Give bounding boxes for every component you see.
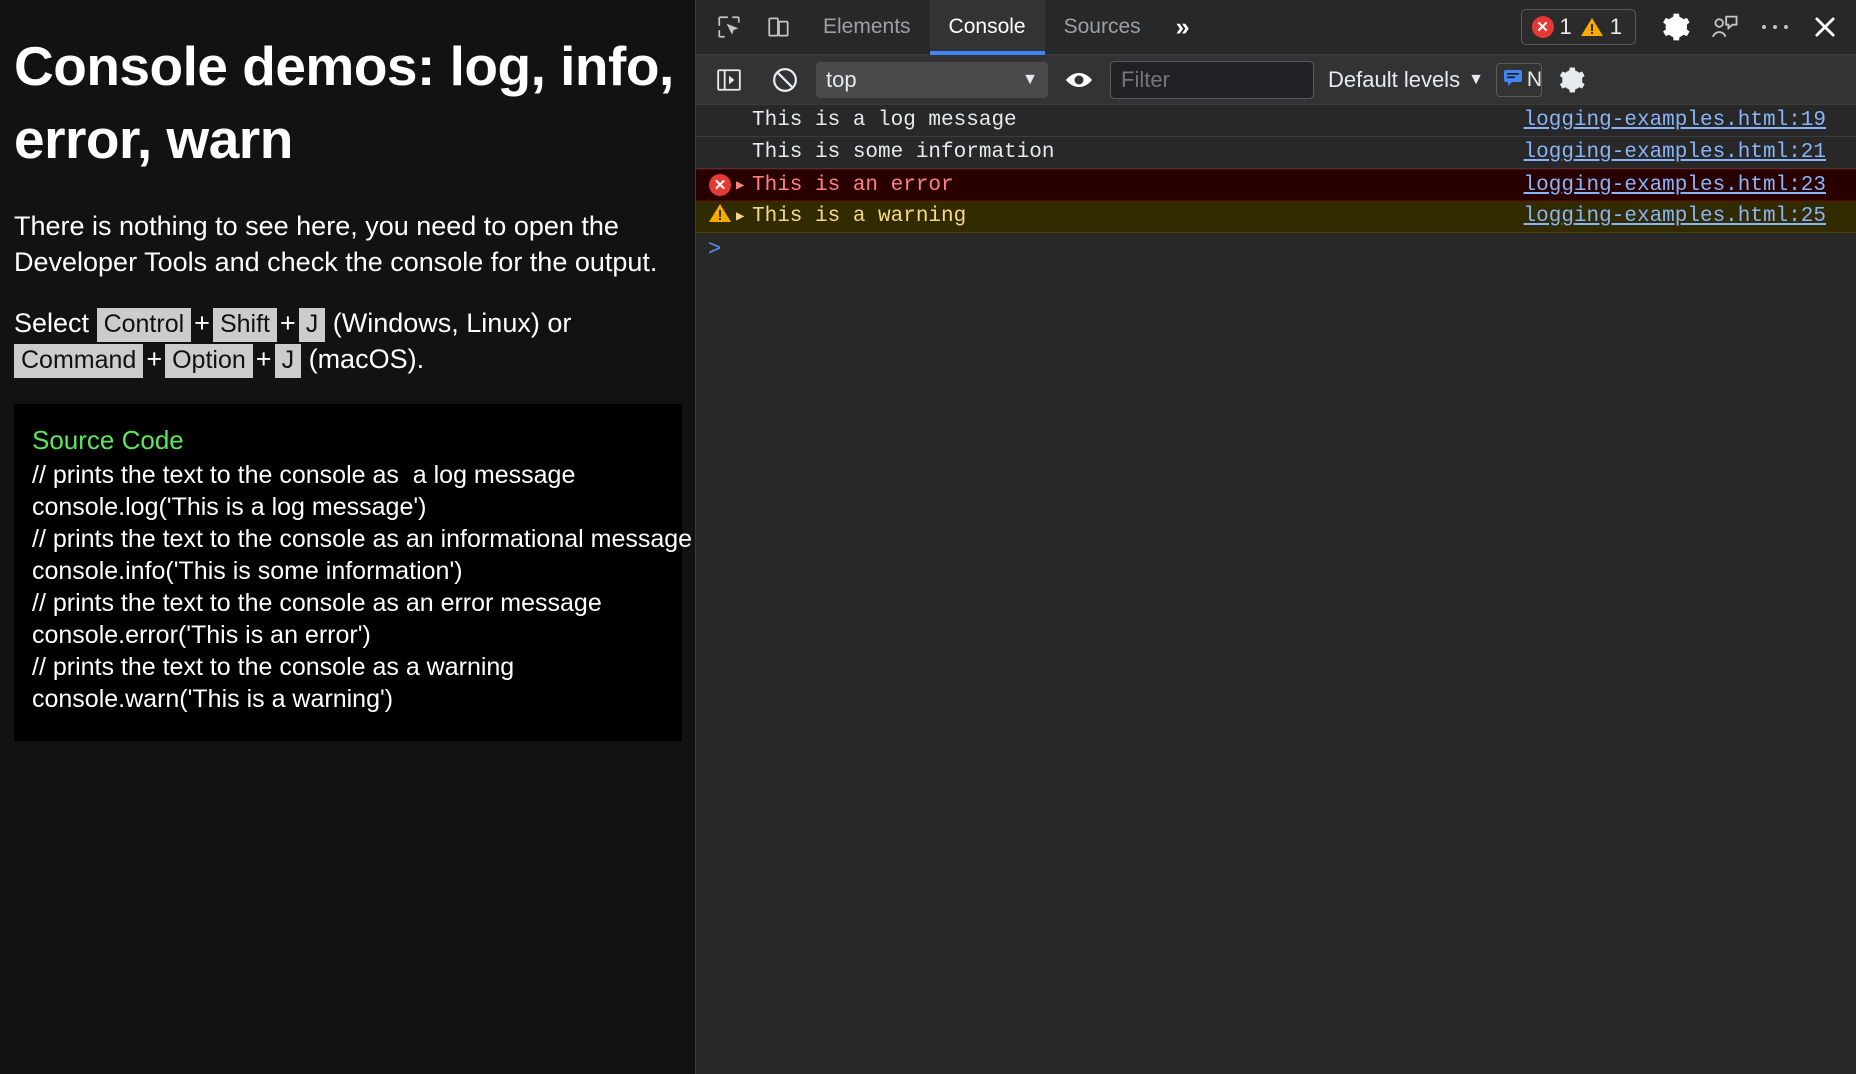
kbd-shift: Shift: [213, 308, 277, 342]
source-code-line: console.warn('This is a warning'): [32, 683, 662, 715]
message-text: This is a log message: [752, 109, 1017, 132]
source-code-lines: // prints the text to the console as a l…: [32, 459, 662, 715]
message-text: This is some information: [752, 141, 1054, 164]
plus-sign-4: +: [253, 344, 275, 374]
tab-sources[interactable]: Sources: [1045, 0, 1160, 55]
shortcut-lead: Select: [14, 308, 89, 338]
source-code-line: console.error('This is an error'): [32, 619, 662, 651]
console-filter-input[interactable]: [1110, 61, 1314, 99]
message-level-icon: ✕: [704, 174, 736, 196]
tab-elements[interactable]: Elements: [804, 0, 930, 55]
plus-sign-1: +: [191, 308, 213, 338]
page-intro-paragraph: There is nothing to see here, you need t…: [14, 209, 681, 280]
web-page-content: Console demos: log, info, error, warn Th…: [0, 0, 695, 1074]
kbd-command: Command: [14, 344, 143, 378]
prompt-chevron-icon: >: [708, 237, 721, 262]
console-message-row[interactable]: This is a log message logging-examples.ht…: [696, 105, 1856, 137]
plus-sign-2: +: [277, 308, 299, 338]
close-icon[interactable]: [1804, 6, 1846, 48]
message-source-link[interactable]: logging-examples.html:21: [1524, 141, 1826, 164]
win-suffix: (Windows, Linux) or: [333, 308, 572, 338]
log-levels-label: Default levels: [1328, 67, 1460, 93]
message-source-link[interactable]: logging-examples.html:23: [1524, 174, 1826, 197]
warning-triangle-icon: [708, 202, 732, 231]
error-circle-icon: ✕: [1532, 16, 1554, 38]
issues-flag-icon: [1503, 68, 1523, 91]
page-title: Console demos: log, info, error, warn: [14, 30, 681, 175]
tab-console[interactable]: Console: [930, 0, 1045, 55]
source-code-line: console.info('This is some information'): [32, 555, 662, 587]
message-source-link[interactable]: logging-examples.html:25: [1524, 205, 1826, 228]
console-message-row[interactable]: ▶This is a warning logging-examples.html:…: [696, 201, 1856, 233]
execution-context-select[interactable]: top ▼: [816, 62, 1048, 98]
tab-sources-label: Sources: [1064, 15, 1141, 39]
kbd-option: Option: [165, 344, 253, 378]
source-code-line: // prints the text to the console as a l…: [32, 459, 662, 491]
kbd-j-mac: J: [275, 344, 302, 378]
expand-arrow-icon[interactable]: ▶: [736, 177, 752, 194]
feedback-icon[interactable]: [1704, 6, 1746, 48]
console-prompt[interactable]: >: [696, 233, 1856, 265]
message-text: This is an error: [752, 174, 954, 197]
tab-elements-label: Elements: [823, 15, 911, 39]
mac-suffix: (macOS).: [309, 344, 425, 374]
source-code-line: // prints the text to the console as an …: [32, 587, 662, 619]
live-expression-icon[interactable]: [1058, 59, 1100, 101]
console-message-list[interactable]: This is a log message logging-examples.ht…: [696, 105, 1856, 1074]
plus-sign-3: +: [143, 344, 165, 374]
gear-icon[interactable]: [1654, 6, 1696, 48]
console-toolbar: top ▼ Default levels ▼ N: [696, 55, 1856, 105]
chevron-down-icon: ▼: [1022, 71, 1038, 89]
tab-console-label: Console: [949, 15, 1026, 39]
screen: Console demos: log, info, error, warn Th…: [0, 0, 1856, 1074]
console-message-row[interactable]: This is some information logging-examples…: [696, 137, 1856, 169]
source-code-line: // prints the text to the console as an …: [32, 523, 662, 555]
console-message-row[interactable]: ✕ ▶This is an error logging-examples.html:…: [696, 169, 1856, 201]
console-settings-gear-icon[interactable]: [1550, 59, 1592, 101]
shortcut-paragraph: Select Control+Shift+J (Windows, Linux) …: [14, 306, 681, 377]
message-text: This is a warning: [752, 205, 966, 228]
devtools-panel: Elements Console Sources » ✕ 1 1: [695, 0, 1856, 1074]
device-toolbar-icon[interactable]: [758, 6, 800, 48]
warning-triangle-icon: [1580, 16, 1604, 38]
kbd-control: Control: [97, 308, 192, 342]
message-source-link[interactable]: logging-examples.html:19: [1524, 109, 1826, 132]
expand-arrow-icon[interactable]: ▶: [736, 208, 752, 225]
warning-count: 1: [1609, 14, 1625, 40]
console-sidebar-icon[interactable]: [708, 59, 750, 101]
devtools-tabbar: Elements Console Sources » ✕ 1 1: [696, 0, 1856, 55]
error-circle-icon: ✕: [709, 174, 731, 196]
more-tabs-button[interactable]: »: [1160, 0, 1206, 55]
clear-console-icon[interactable]: [764, 59, 806, 101]
kbd-j-win: J: [299, 308, 326, 342]
log-levels-dropdown[interactable]: Default levels ▼: [1328, 67, 1484, 93]
dots-menu-icon[interactable]: [1754, 6, 1796, 48]
source-code-line: console.log('This is a log message'): [32, 491, 662, 523]
chevron-down-icon: ▼: [1468, 71, 1484, 89]
error-count: 1: [1559, 14, 1575, 40]
source-code-block: Source Code // prints the text to the co…: [14, 404, 682, 741]
issues-counter-badge[interactable]: ✕ 1 1: [1521, 9, 1637, 45]
issues-pill-text: N: [1527, 68, 1542, 92]
source-code-heading: Source Code: [32, 424, 662, 457]
execution-context-value: top: [826, 67, 857, 93]
inspect-element-icon[interactable]: [708, 6, 750, 48]
message-level-icon: [704, 202, 736, 231]
source-code-line: // prints the text to the console as a w…: [32, 651, 662, 683]
issues-status-pill[interactable]: N: [1496, 63, 1542, 97]
